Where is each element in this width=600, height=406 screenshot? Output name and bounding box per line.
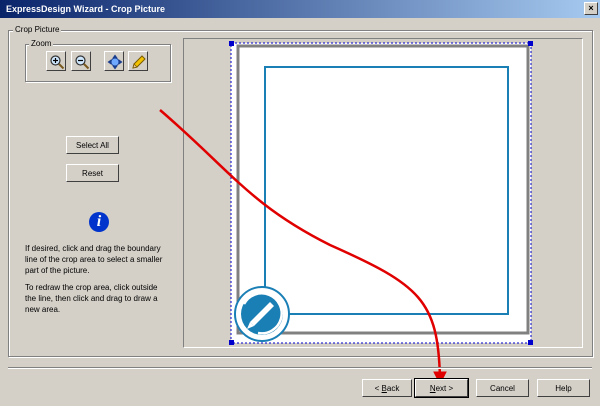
picture-preview[interactable]	[183, 38, 583, 348]
zoom-in-button[interactable]	[46, 51, 66, 71]
rotate-edit-badge-icon	[234, 286, 290, 342]
next-button[interactable]: Next >	[414, 378, 469, 398]
footer-separator	[8, 367, 592, 369]
help-text-redraw: To redraw the crop area, click outside t…	[25, 283, 158, 314]
crop-handle-top-left	[229, 41, 234, 46]
info-icon: i	[89, 212, 109, 232]
crop-handle-bottom-left	[229, 340, 234, 345]
next-rest: ext >	[435, 384, 454, 393]
pan-button[interactable]	[104, 51, 124, 71]
cancel-button[interactable]: Cancel	[476, 379, 529, 397]
zoom-out-button[interactable]	[71, 51, 91, 71]
title-bar: ExpressDesign Wizard - Crop Picture ×	[0, 0, 600, 18]
select-all-button[interactable]: Select All	[66, 136, 119, 154]
crop-handle-bottom-right	[528, 340, 533, 345]
zoom-label: Zoom	[29, 39, 54, 49]
zoom-in-icon	[50, 55, 65, 70]
back-button[interactable]: < Back	[362, 379, 412, 397]
window-title: ExpressDesign Wizard - Crop Picture	[6, 4, 165, 14]
pan-icon	[107, 54, 123, 70]
preview-canvas	[229, 41, 533, 345]
reset-button[interactable]: Reset	[66, 164, 119, 182]
pencil-icon	[132, 55, 146, 69]
close-button[interactable]: ×	[584, 2, 598, 15]
help-text-boundary: If desired, click and drag the boundary …	[25, 244, 163, 275]
crop-picture-label: Crop Picture	[13, 25, 62, 35]
help-button[interactable]: Help	[537, 379, 590, 397]
back-prefix: <	[374, 384, 382, 393]
crop-handle-top-right	[528, 41, 533, 46]
back-rest: ack	[386, 384, 400, 393]
draw-button[interactable]	[128, 51, 148, 71]
zoom-out-icon	[75, 55, 90, 70]
